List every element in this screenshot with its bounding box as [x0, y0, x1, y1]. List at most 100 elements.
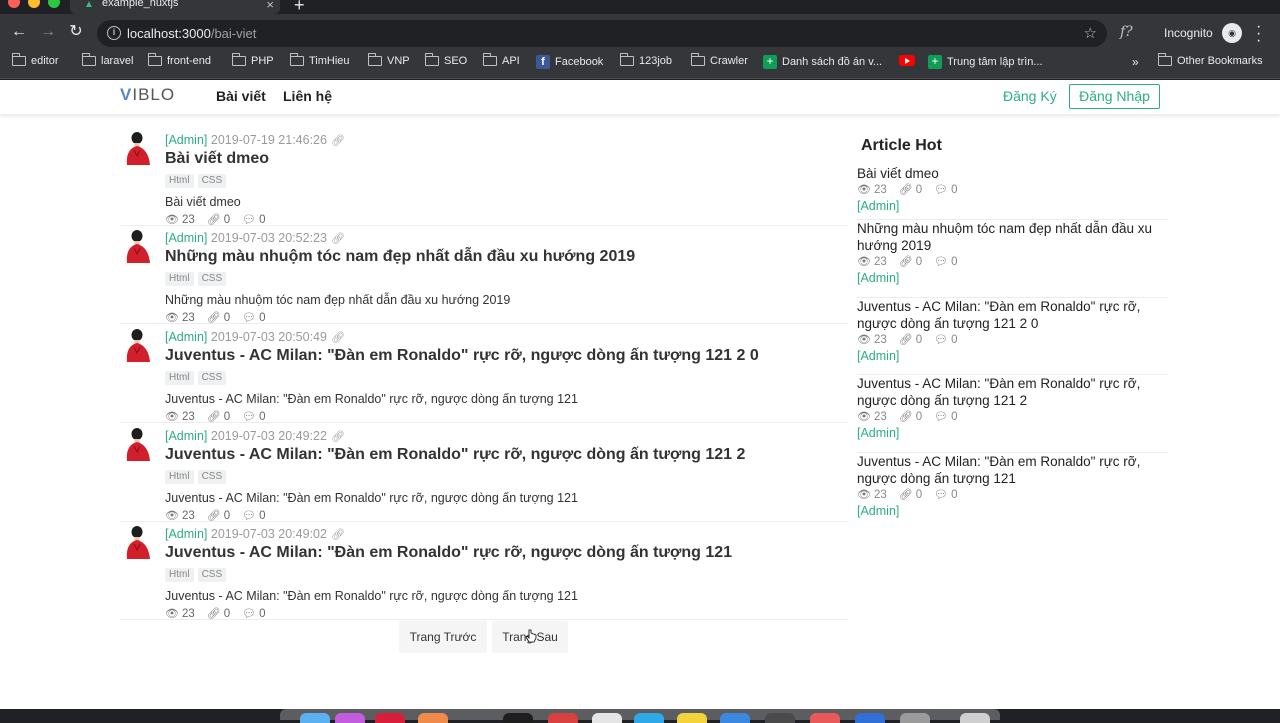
hot-article-author[interactable]: [Admin]: [857, 349, 1168, 363]
bookmark-facebook[interactable]: f Facebook: [536, 55, 603, 69]
bookmark-youtube[interactable]: [899, 55, 915, 66]
info-icon[interactable]: i: [107, 26, 121, 40]
post-author[interactable]: [Admin]: [165, 330, 207, 344]
bookmark-timhieu[interactable]: TimHieu: [290, 53, 350, 67]
bookmark-api[interactable]: API: [483, 53, 520, 67]
app-icon[interactable]: [335, 713, 365, 723]
tag-css[interactable]: CSS: [197, 174, 227, 188]
incognito-icon[interactable]: ◉: [1222, 23, 1242, 43]
post-author[interactable]: [Admin]: [165, 133, 207, 147]
bookmark-laravel[interactable]: laravel: [82, 53, 134, 67]
tag-html[interactable]: Html: [165, 470, 194, 484]
post-meta: [Admin] 2019-07-03 20:52:23 🔗︎: [165, 231, 345, 245]
hot-article-author[interactable]: [Admin]: [857, 504, 1168, 518]
bookmarks-overflow-button[interactable]: »: [1132, 55, 1139, 69]
eye-icon: 👁︎: [165, 608, 179, 620]
tag-html[interactable]: Html: [165, 371, 194, 385]
tag-css[interactable]: CSS: [197, 272, 227, 286]
avatar[interactable]: [124, 129, 152, 167]
address-bar[interactable]: i localhost:3000/bai-viet ☆: [97, 20, 1107, 47]
link-icon[interactable]: 🔗︎: [331, 135, 345, 147]
signup-button[interactable]: Đăng Ký: [1003, 88, 1057, 104]
app-icon[interactable]: [548, 713, 578, 723]
avatar[interactable]: [124, 227, 152, 265]
link-icon[interactable]: 🔗︎: [331, 529, 345, 541]
app-icon[interactable]: [810, 713, 840, 723]
app-icon[interactable]: [592, 713, 622, 723]
prev-page-button[interactable]: Trang Trước: [399, 621, 487, 653]
site-logo[interactable]: VIBLO: [120, 85, 175, 105]
back-button[interactable]: ←: [9, 22, 29, 42]
bookmark-other[interactable]: Other Bookmarks: [1158, 53, 1263, 67]
bookmark-trung-tam[interactable]: + Trung tâm lập trìn...: [928, 55, 1043, 69]
bookmark-star-icon[interactable]: ☆: [1084, 24, 1097, 42]
reload-button[interactable]: ↻: [66, 22, 86, 42]
bookmark-seo[interactable]: SEO: [425, 53, 467, 67]
tag-css[interactable]: CSS: [197, 470, 227, 484]
tab-close-icon[interactable]: ×: [266, 0, 274, 12]
notes-icon[interactable]: [677, 713, 707, 723]
close-window-button[interactable]: [8, 0, 20, 8]
bookmark-vnp[interactable]: VNP: [368, 53, 410, 67]
hot-article-title[interactable]: Juventus - AC Milan: "Đàn em Ronaldo" rự…: [857, 298, 1168, 332]
hot-article-title[interactable]: Bài viết dmeo: [857, 165, 1168, 182]
views-stat: 👁︎ 23: [165, 410, 195, 424]
folder-icon: [148, 53, 162, 66]
app-icon[interactable]: [720, 713, 750, 723]
avatar[interactable]: [124, 326, 152, 364]
post-author[interactable]: [Admin]: [165, 527, 207, 541]
post-author[interactable]: [Admin]: [165, 231, 207, 245]
minimize-window-button[interactable]: [28, 0, 40, 8]
bookmark-label: Danh sách đồ án v...: [782, 56, 883, 68]
tag-html[interactable]: Html: [165, 568, 194, 582]
post-author[interactable]: [Admin]: [165, 429, 207, 443]
bookmark-php[interactable]: PHP: [232, 53, 274, 67]
bookmark-danh-sach[interactable]: + Danh sách đồ án v...: [763, 55, 882, 69]
app-icon[interactable]: [418, 713, 448, 723]
post-title[interactable]: Juventus - AC Milan: "Đàn em Ronaldo" rự…: [165, 347, 759, 365]
bookmark-front-end[interactable]: front-end: [148, 53, 211, 67]
app-icon[interactable]: [855, 713, 885, 723]
browser-tab[interactable]: ▲ example_nuxtjs ×: [70, 0, 280, 14]
maximize-window-button[interactable]: [48, 0, 60, 8]
avatar[interactable]: [124, 523, 152, 561]
tag-html[interactable]: Html: [165, 174, 194, 188]
link-icon[interactable]: 🔗︎: [331, 431, 345, 443]
avatar[interactable]: [124, 425, 152, 463]
forward-button[interactable]: →: [38, 22, 58, 42]
post-title[interactable]: Bài viết dmeo: [165, 150, 269, 168]
bookmark-crawler[interactable]: Crawler: [691, 53, 748, 67]
app-icon[interactable]: [765, 713, 795, 723]
bookmark-editor[interactable]: editor: [12, 53, 59, 67]
tag-css[interactable]: CSS: [197, 371, 227, 385]
eye-icon: 👁︎: [857, 489, 871, 501]
bookmark-123job[interactable]: 123job: [620, 53, 672, 67]
tag-css[interactable]: CSS: [197, 568, 227, 582]
app-icon[interactable]: [375, 713, 405, 723]
nav-bai-viet[interactable]: Bài viết: [216, 88, 266, 104]
link-icon[interactable]: 🔗︎: [331, 233, 345, 245]
nav-lien-he[interactable]: Liên hệ: [283, 88, 332, 104]
login-button[interactable]: Đăng Nhập: [1069, 84, 1160, 109]
app-icon[interactable]: [634, 713, 664, 723]
views-count: 23: [873, 410, 887, 423]
post-title[interactable]: Juventus - AC Milan: "Đàn em Ronaldo" rự…: [165, 544, 732, 562]
hot-article-author[interactable]: [Admin]: [857, 271, 1168, 285]
finder-icon[interactable]: [300, 713, 330, 723]
extension-button[interactable]: f?: [1120, 24, 1133, 40]
hot-article-title[interactable]: Juventus - AC Milan: "Đàn em Ronaldo" rự…: [857, 375, 1168, 409]
bookmark-label: laravel: [101, 55, 134, 67]
tag-html[interactable]: Html: [165, 272, 194, 286]
hot-article-author[interactable]: [Admin]: [857, 199, 1168, 213]
hot-article-author[interactable]: [Admin]: [857, 426, 1168, 440]
post-title[interactable]: Juventus - AC Milan: "Đàn em Ronaldo" rự…: [165, 446, 745, 464]
views-count: 23: [873, 488, 887, 501]
link-icon[interactable]: 🔗︎: [331, 332, 345, 344]
post-title[interactable]: Những màu nhuộm tóc nam đẹp nhất dẫn đầu…: [165, 248, 635, 266]
hot-article-title[interactable]: Juventus - AC Milan: "Đàn em Ronaldo" rự…: [857, 453, 1168, 487]
hot-article-title[interactable]: Những màu nhuộm tóc nam đẹp nhất dẫn đầu…: [857, 220, 1168, 254]
app-icon[interactable]: [900, 713, 930, 723]
terminal-icon[interactable]: [503, 713, 533, 723]
browser-menu-icon[interactable]: · · ·: [1256, 19, 1261, 49]
trash-icon[interactable]: [960, 713, 990, 723]
